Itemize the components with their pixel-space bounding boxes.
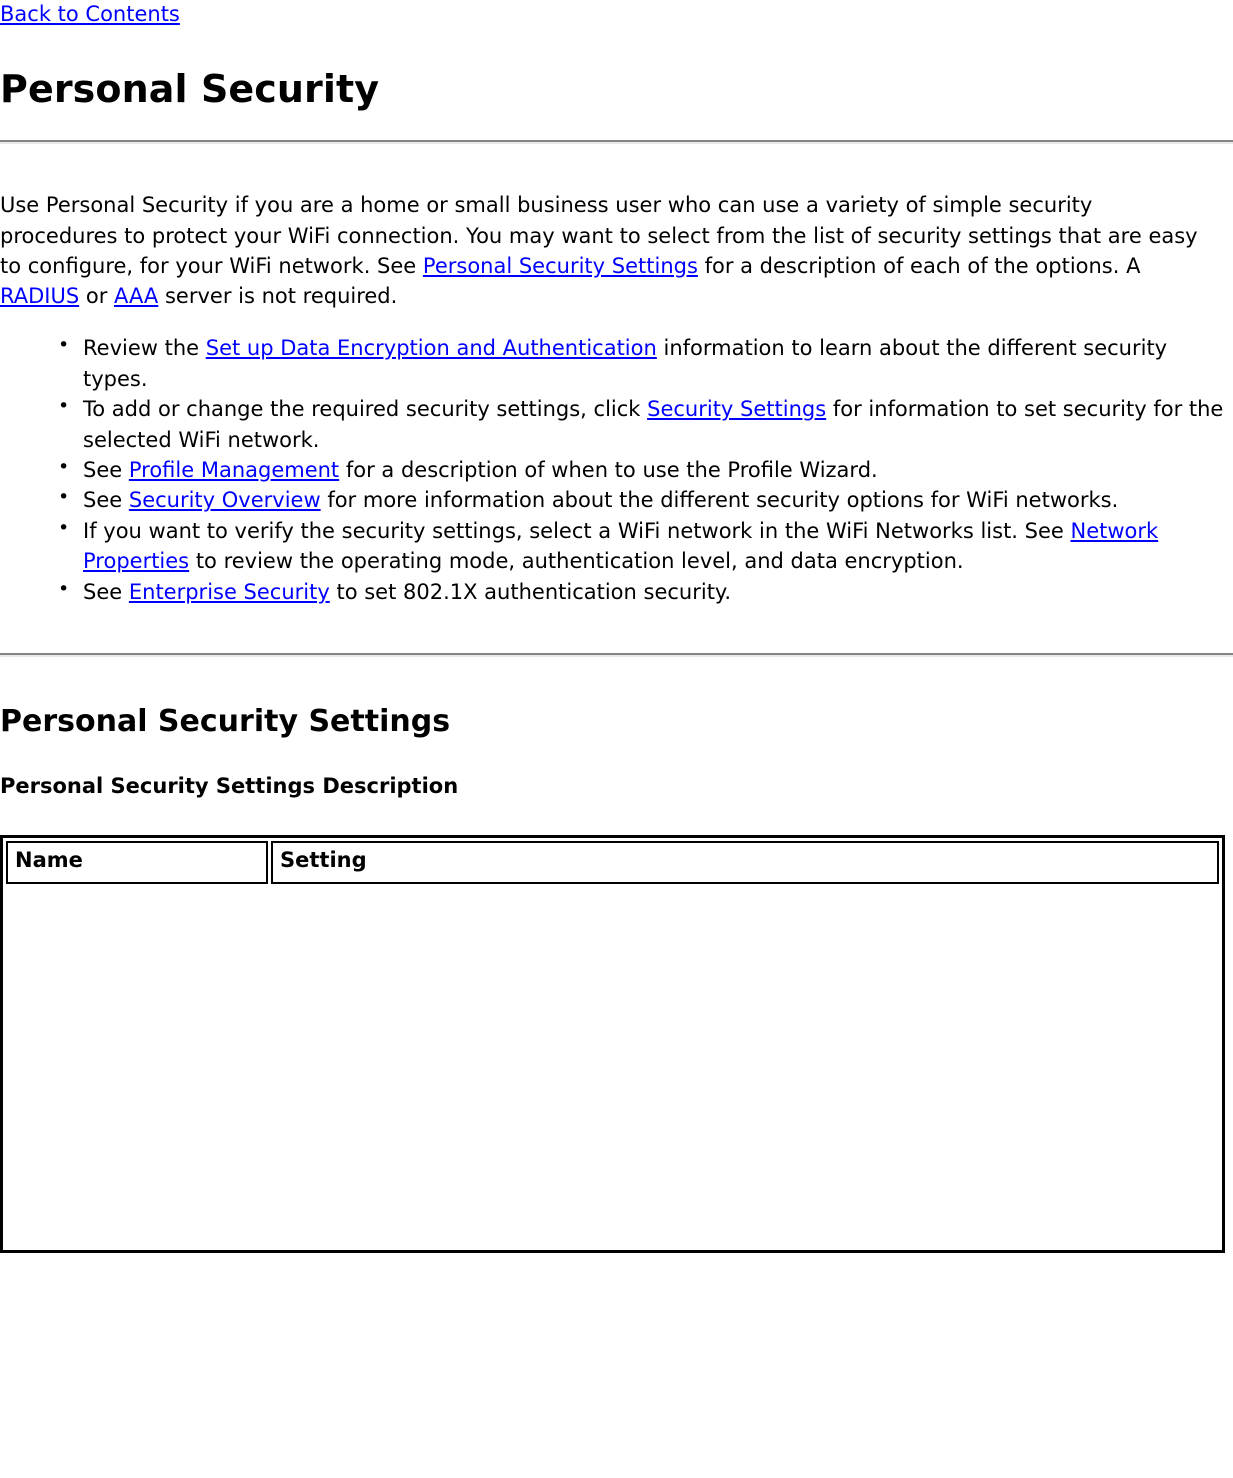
- divider-bottom-wrap: [0, 653, 1233, 658]
- security-overview-link[interactable]: Security Overview: [129, 488, 321, 512]
- list-item-text-pre: See: [83, 458, 129, 483]
- back-to-contents-link[interactable]: Back to Contents: [0, 2, 180, 26]
- personal-security-settings-table: Name Setting: [0, 834, 1225, 1253]
- breadcrumb: Back to Contents: [0, 0, 1233, 30]
- table-cell-name: [6, 887, 268, 1247]
- table-caption: Personal Security Settings Description: [0, 774, 459, 799]
- list-item: See Profile Management for a description…: [58, 454, 1233, 485]
- divider-top-wrap: [0, 140, 1233, 145]
- security-settings-link[interactable]: Security Settings: [647, 397, 826, 421]
- intro-text-part4: server is not required.: [158, 284, 398, 309]
- settings-table-wrap: Name Setting: [0, 834, 1233, 1253]
- list-item-text-pre: See: [83, 488, 129, 513]
- related-topics-list: Review the Set up Data Encryption and Au…: [0, 332, 1233, 607]
- list-item-text-post: for a description of when to use the Pro…: [339, 458, 878, 483]
- list-item-text-pre: See: [83, 579, 129, 604]
- horizontal-divider-top: [0, 140, 1233, 145]
- list-item: Review the Set up Data Encryption and Au…: [58, 332, 1233, 394]
- list-item-text-post: to set 802.1X authentication security.: [329, 579, 732, 604]
- table-row: [6, 887, 1219, 1247]
- aaa-link[interactable]: AAA: [114, 284, 158, 308]
- intro-text-part2: for a description of each of the options…: [697, 253, 1141, 278]
- column-header-setting: Setting: [271, 840, 1219, 884]
- personal-security-settings-link[interactable]: Personal Security Settings: [423, 254, 698, 278]
- radius-link[interactable]: RADIUS: [0, 284, 79, 308]
- help-document-page: Back to Contents Personal Security Use P…: [0, 0, 1233, 1253]
- list-item-text-pre: Review the: [83, 336, 206, 361]
- page-title: Personal Security: [0, 67, 380, 111]
- table-cell-setting: [271, 887, 1219, 1247]
- table-header-row: Name Setting: [6, 840, 1219, 884]
- list-item: See Enterprise Security to set 802.1X au…: [58, 576, 1233, 607]
- intro-paragraph: Use Personal Security if you are a home …: [0, 190, 1215, 311]
- list-item-text-pre: If you want to verify the security setti…: [83, 518, 1071, 543]
- section-title: Personal Security Settings: [0, 704, 451, 740]
- table-body: [6, 887, 1219, 1247]
- intro-section: Use Personal Security if you are a home …: [0, 190, 1233, 311]
- table-header: Name Setting: [6, 840, 1219, 884]
- list-item-text-post: for more information about the different…: [320, 488, 1119, 513]
- column-header-name: Name: [6, 840, 268, 884]
- enterprise-security-link[interactable]: Enterprise Security: [129, 580, 330, 604]
- profile-management-link[interactable]: Profile Management: [129, 458, 339, 482]
- list-item-text-post: to review the operating mode, authentica…: [189, 549, 964, 574]
- list-item: See Security Overview for more informati…: [58, 484, 1233, 515]
- set-up-data-encryption-and-authentication-link[interactable]: Set up Data Encryption and Authenticatio…: [206, 336, 657, 360]
- list-item: If you want to verify the security setti…: [58, 515, 1233, 577]
- horizontal-divider-bottom: [0, 653, 1233, 658]
- list-item: To add or change the required security s…: [58, 393, 1233, 455]
- list-item-text-pre: To add or change the required security s…: [83, 397, 648, 422]
- intro-text-part3: or: [79, 284, 115, 309]
